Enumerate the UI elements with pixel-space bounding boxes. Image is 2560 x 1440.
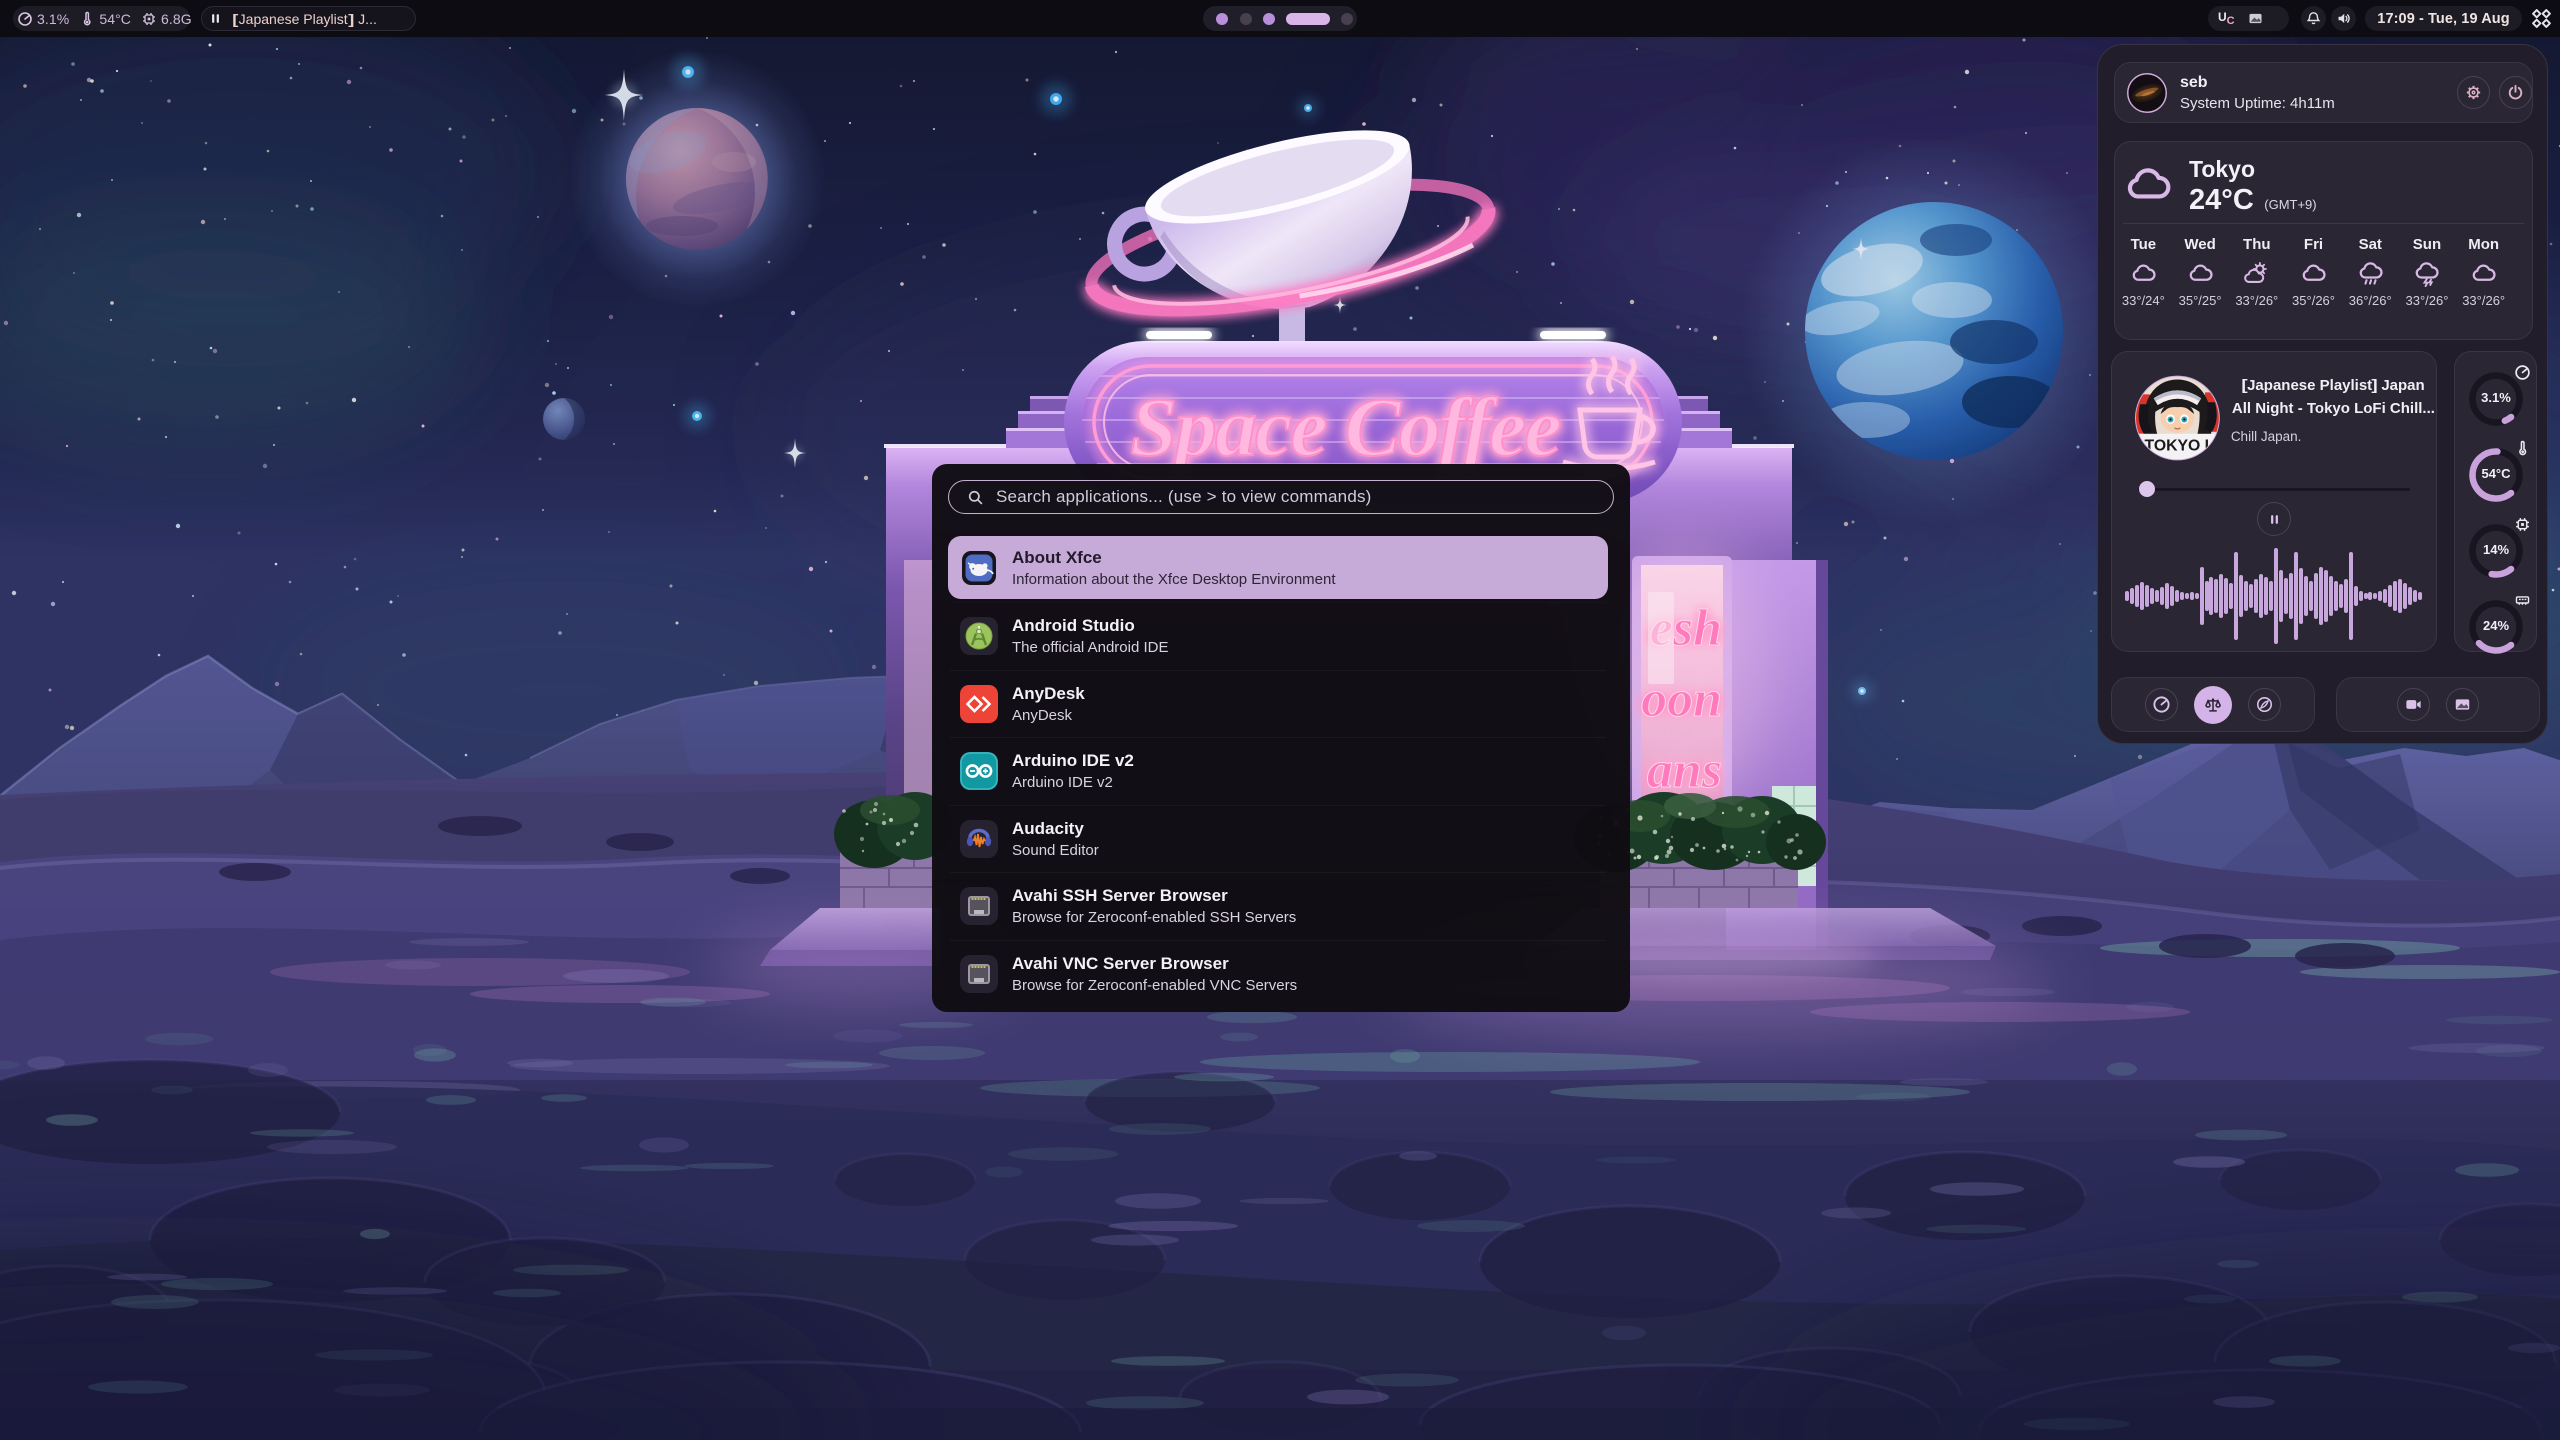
svg-text:Space Coffee: Space Coffee xyxy=(1130,381,1560,474)
svg-text:TOKYO L: TOKYO L xyxy=(2144,438,2214,455)
svg-text:ans: ans xyxy=(1647,742,1722,799)
